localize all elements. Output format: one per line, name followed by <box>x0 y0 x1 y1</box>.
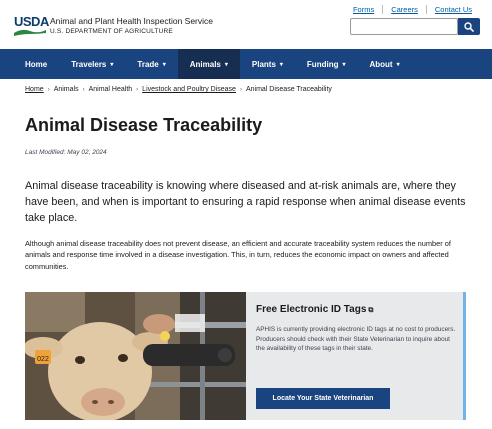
usda-logo[interactable]: USDA <box>14 14 49 36</box>
feature-title-text[interactable]: Free Electronic ID Tags <box>256 304 366 315</box>
utility-links: Forms Careers Contact Us <box>345 5 480 14</box>
breadcrumb-animals[interactable]: Animals <box>54 86 79 93</box>
search-button[interactable] <box>458 18 480 35</box>
page-title: Animal Disease Traceability <box>25 115 263 135</box>
chevron-down-icon: ▾ <box>342 61 346 68</box>
cow-photo: 022 <box>25 292 246 420</box>
nav-item-label: Travelers <box>71 59 107 69</box>
nav-item-travelers[interactable]: Travelers ▾ <box>59 49 125 79</box>
chevron-right-icon: › <box>82 86 85 93</box>
chevron-down-icon: ▾ <box>279 61 283 68</box>
last-modified: Last Modified: May 02, 2024 <box>25 149 107 156</box>
nav-item-label: Funding <box>306 59 339 69</box>
search-input[interactable] <box>350 18 458 35</box>
external-link-icon: ⧉ <box>368 307 374 314</box>
site-header: USDA Animal and Plant Health Inspection … <box>0 0 492 48</box>
locate-state-veterinarian-button[interactable]: Locate Your State Veterinarian <box>256 388 390 409</box>
nav-item-plants[interactable]: Plants ▾ <box>240 49 295 79</box>
chevron-down-icon: ▾ <box>110 61 114 68</box>
body-paragraph: Although animal disease traceability doe… <box>25 239 451 271</box>
search-icon <box>464 21 474 32</box>
nav-item-label: Trade <box>137 59 159 69</box>
contact-us-link[interactable]: Contact Us <box>425 5 480 14</box>
chevron-right-icon: › <box>239 86 242 93</box>
chevron-right-icon: › <box>136 86 139 93</box>
chevron-down-icon: ▾ <box>396 61 400 68</box>
agency-name: Animal and Plant Health Inspection Servi… <box>50 16 214 26</box>
logo-swoosh-icon <box>14 29 46 36</box>
nav-item-trade[interactable]: Trade ▾ <box>125 49 177 79</box>
feature-card: 022 Free Electronic ID Tags ⧉ APHIS is cu… <box>25 292 466 420</box>
nav-item-label: Animals <box>189 59 221 69</box>
chevron-down-icon: ▾ <box>224 61 228 68</box>
logo-text: USDA <box>14 14 49 29</box>
lead-paragraph: Animal disease traceability is knowing w… <box>25 180 466 224</box>
nav-item-label: Home <box>25 59 48 69</box>
breadcrumb-home[interactable]: Home <box>25 86 44 93</box>
breadcrumb-animal-health[interactable]: Animal Health <box>89 86 133 93</box>
main-nav: Home Travelers ▾ Trade ▾ Animals ▾ Plant… <box>0 49 492 79</box>
forms-link[interactable]: Forms <box>345 5 382 14</box>
nav-item-label: Plants <box>251 59 276 69</box>
breadcrumb-current: Animal Disease Traceability <box>245 86 332 93</box>
nav-item-label: About <box>369 59 393 69</box>
breadcrumb-livestock-poultry-disease[interactable]: Livestock and Poultry Disease <box>142 86 236 93</box>
department-name: U.S. DEPARTMENT OF AGRICULTURE <box>50 28 173 35</box>
nav-item-about[interactable]: About ▾ <box>357 49 411 79</box>
nav-item-animals[interactable]: Animals ▾ <box>177 49 240 79</box>
ear-tag-number: 022 <box>37 356 49 363</box>
careers-link[interactable]: Careers <box>382 5 426 14</box>
chevron-right-icon: › <box>47 86 50 93</box>
feature-title[interactable]: Free Electronic ID Tags ⧉ <box>256 304 373 315</box>
chevron-down-icon: ▾ <box>162 61 166 68</box>
feature-panel: Free Electronic ID Tags ⧉ APHIS is curren… <box>246 292 466 420</box>
feature-text: APHIS is currently providing electronic … <box>256 326 456 353</box>
nav-item-home[interactable]: Home <box>0 49 59 79</box>
nav-item-funding[interactable]: Funding ▾ <box>295 49 358 79</box>
breadcrumb: Home › Animals › Animal Health › Livesto… <box>25 86 332 93</box>
